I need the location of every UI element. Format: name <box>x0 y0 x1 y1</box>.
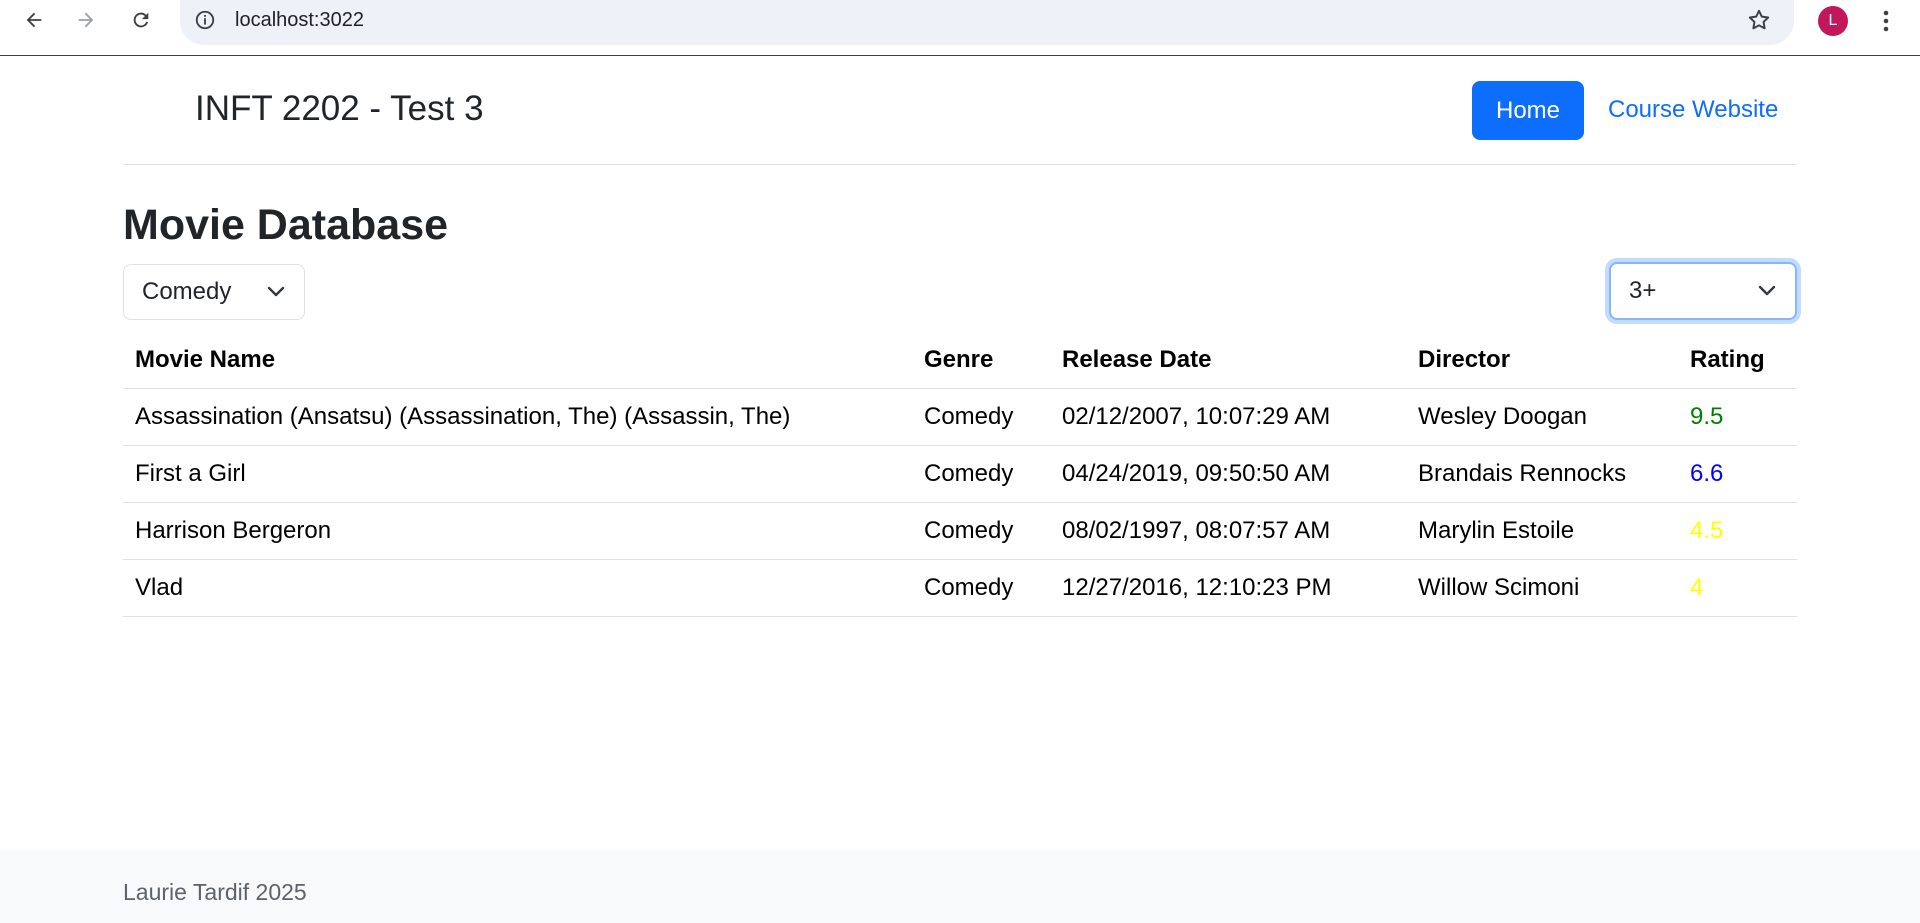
address-bar[interactable]: localhost:3022 <box>180 0 1794 45</box>
rating-cell: 9.5 <box>1678 388 1797 446</box>
forward-button[interactable] <box>70 6 102 34</box>
genre-cell: Comedy <box>912 388 1050 446</box>
genre-cell: Comedy <box>912 502 1050 560</box>
chevron-down-icon <box>1758 285 1776 296</box>
release-date-cell: 02/12/2007, 10:07:29 AM <box>1050 388 1406 446</box>
back-button[interactable] <box>18 6 50 34</box>
footer-text: Laurie Tardif 2025 <box>123 879 307 905</box>
movie-table: Movie Name Genre Release Date Director R… <box>123 333 1797 617</box>
director-cell: Willow Scimoni <box>1406 559 1678 617</box>
table-row: First a Girl Comedy 04/24/2019, 09:50:50… <box>123 445 1797 503</box>
movie-name-cell: Vlad <box>123 559 912 617</box>
release-date-cell: 04/24/2019, 09:50:50 AM <box>1050 445 1406 503</box>
page-title: Movie Database <box>123 201 449 249</box>
rating-select[interactable]: 3+ <box>1609 262 1797 320</box>
genre-select-value: Comedy <box>142 278 232 305</box>
bookmark-star-icon[interactable] <box>1746 7 1772 33</box>
release-date-cell: 08/02/1997, 08:07:57 AM <box>1050 502 1406 560</box>
home-nav-button[interactable]: Home <box>1472 81 1584 140</box>
rating-cell: 4 <box>1678 559 1797 617</box>
release-date-cell: 12/27/2016, 12:10:23 PM <box>1050 559 1406 617</box>
movie-name-cell: Harrison Bergeron <box>123 502 912 560</box>
header-divider <box>123 164 1797 165</box>
page-footer: Laurie Tardif 2025 <box>0 850 1920 923</box>
rating-cell: 6.6 <box>1678 445 1797 503</box>
browser-toolbar: localhost:3022 L <box>0 0 1920 56</box>
table-row: Vlad Comedy 12/27/2016, 12:10:23 PM Will… <box>123 559 1797 617</box>
column-header-director: Director <box>1406 333 1678 389</box>
movie-name-cell: First a Girl <box>123 445 912 503</box>
director-cell: Brandais Rennocks <box>1406 445 1678 503</box>
table-row: Harrison Bergeron Comedy 08/02/1997, 08:… <box>123 502 1797 560</box>
director-cell: Wesley Doogan <box>1406 388 1678 446</box>
director-cell: Marylin Estoile <box>1406 502 1678 560</box>
arrow-left-icon <box>26 12 42 28</box>
genre-cell: Comedy <box>912 559 1050 617</box>
genre-select[interactable]: Comedy <box>123 264 305 320</box>
reload-button[interactable] <box>125 6 157 34</box>
column-header-movie-name: Movie Name <box>123 333 912 389</box>
chevron-down-icon <box>267 286 285 297</box>
arrow-right-icon <box>78 12 94 28</box>
column-header-rating: Rating <box>1678 333 1797 389</box>
profile-avatar[interactable]: L <box>1818 6 1848 36</box>
table-row: Assassination (Ansatsu) (Assassination, … <box>123 388 1797 446</box>
course-website-link[interactable]: Course Website <box>1608 96 1778 124</box>
genre-cell: Comedy <box>912 445 1050 503</box>
column-header-release-date: Release Date <box>1050 333 1406 389</box>
rating-cell: 4.5 <box>1678 502 1797 560</box>
table-header-row: Movie Name Genre Release Date Director R… <box>123 333 1797 389</box>
column-header-genre: Genre <box>912 333 1050 389</box>
info-icon[interactable] <box>194 9 216 31</box>
movie-name-cell: Assassination (Ansatsu) (Assassination, … <box>123 388 912 446</box>
reload-icon <box>133 12 149 28</box>
more-menu-icon[interactable] <box>1874 6 1898 36</box>
site-title[interactable]: INFT 2202 - Test 3 <box>195 89 484 129</box>
rating-select-value: 3+ <box>1629 277 1657 304</box>
url-text[interactable]: localhost:3022 <box>235 9 364 32</box>
